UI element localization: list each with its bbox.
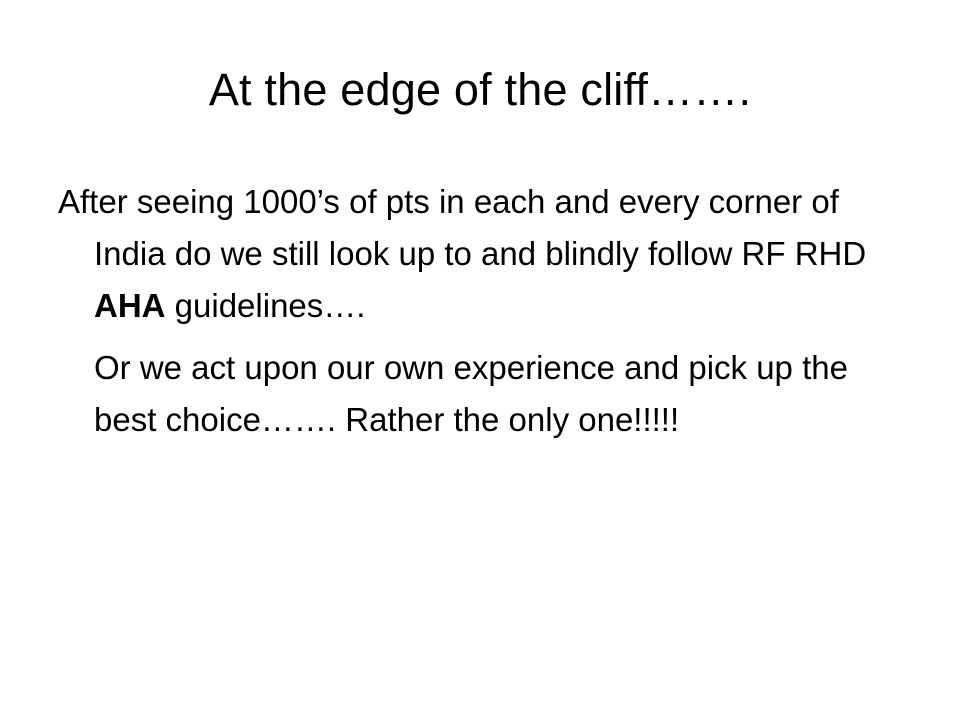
slide: At the edge of the cliff……. After seeing… [0, 0, 960, 720]
paragraph-1-bold-text: AHA [94, 287, 166, 324]
paragraph-1-text: After seeing 1000’s of pts in each and e… [58, 183, 867, 272]
paragraph-1: After seeing 1000’s of pts in each and e… [58, 176, 908, 332]
paragraph-1-text-end: guidelines…. [165, 287, 366, 324]
slide-title: At the edge of the cliff……. [208, 64, 752, 115]
slide-body: After seeing 1000’s of pts in each and e… [58, 176, 908, 446]
paragraph-2: Or we act upon our own experience and pi… [94, 349, 848, 438]
